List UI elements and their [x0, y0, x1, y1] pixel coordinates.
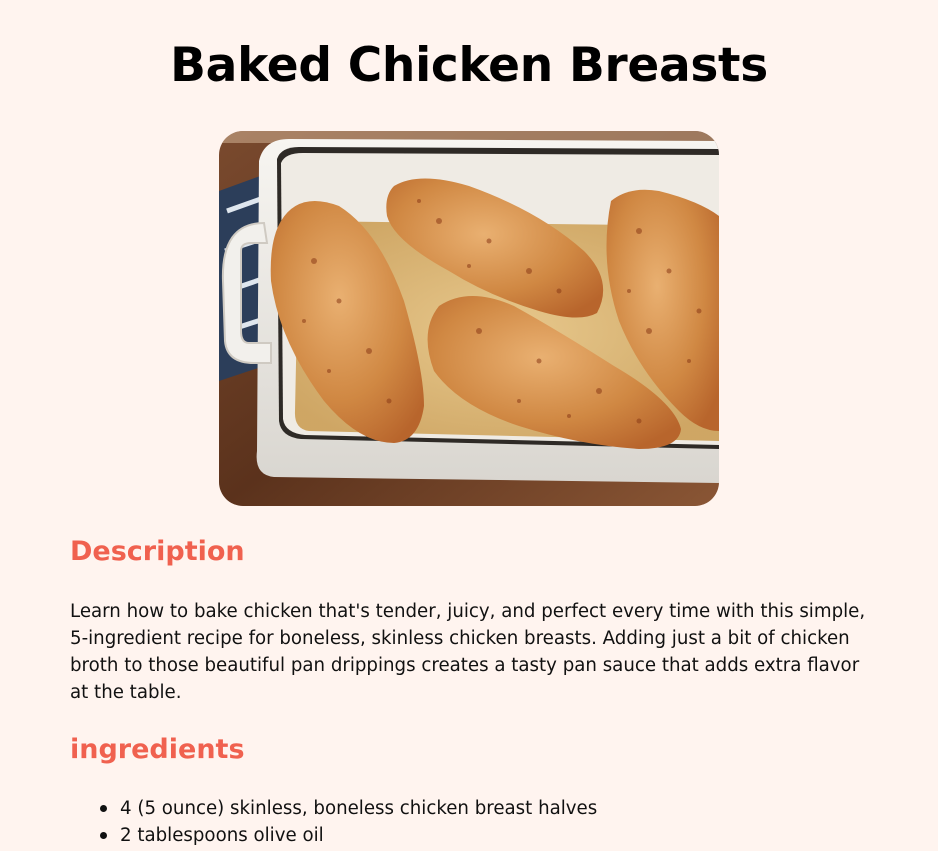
- page-title: Baked Chicken Breasts: [170, 38, 768, 93]
- ingredient-text: 2 tablespoons olive oil: [120, 825, 324, 846]
- recipe-page: Baked Chicken Breasts Description Learn …: [0, 0, 938, 851]
- bullet-icon: [100, 832, 107, 839]
- list-item: 4 (5 ounce) skinless, boneless chicken b…: [70, 795, 870, 822]
- description-text: Learn how to bake chicken that's tender,…: [70, 601, 866, 703]
- ingredients-list: 4 (5 ounce) skinless, boneless chicken b…: [70, 795, 870, 849]
- ingredients-heading: ingredients: [70, 734, 245, 765]
- recipe-photo: [219, 131, 719, 506]
- description-heading: Description: [70, 536, 245, 567]
- bullet-icon: [100, 805, 107, 812]
- baked-chicken-photo: [219, 131, 719, 506]
- ingredient-text: 4 (5 ounce) skinless, boneless chicken b…: [120, 798, 598, 819]
- list-item: 2 tablespoons olive oil: [70, 822, 870, 849]
